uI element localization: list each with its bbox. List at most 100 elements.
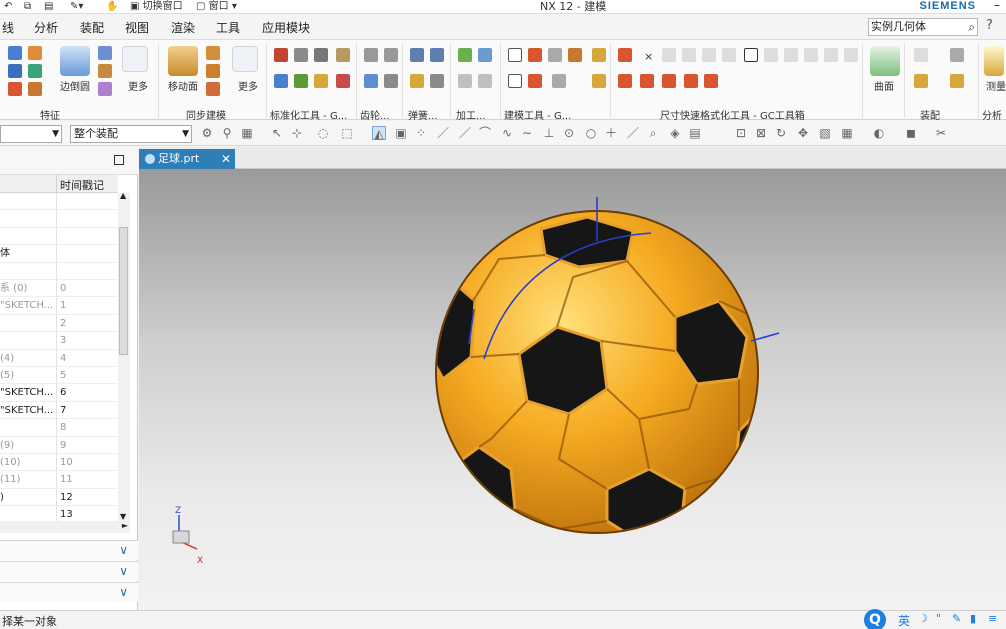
navigator-row[interactable]: [0, 193, 118, 211]
box-x-icon[interactable]: [744, 48, 758, 62]
details-panel[interactable]: ∨: [0, 561, 138, 581]
menu-tools[interactable]: 工具: [216, 19, 240, 36]
gear-icon[interactable]: [364, 48, 378, 62]
navigator-row[interactable]: 体: [0, 245, 118, 263]
view-cube-icon[interactable]: ▣: [394, 126, 408, 140]
punctuation-icon[interactable]: ": [936, 612, 941, 625]
more-sync-icon[interactable]: [232, 46, 258, 72]
shaded-mode-icon[interactable]: ◭: [372, 126, 386, 141]
navigator-row[interactable]: 8: [0, 419, 118, 437]
model-view[interactable]: Z X: [139, 169, 1006, 610]
copy-icon[interactable]: ⧉: [24, 0, 31, 13]
draft-icon[interactable]: [98, 82, 112, 96]
group-spring-label[interactable]: 弹簧...: [408, 107, 438, 122]
menu-application[interactable]: 应用模块: [262, 19, 310, 36]
menu-analysis[interactable]: 分析: [34, 19, 58, 36]
chevron-down-icon[interactable]: ∨: [119, 585, 128, 599]
navigator-row[interactable]: 系 (0) 0: [0, 280, 118, 298]
modeling-tool5-icon[interactable]: [528, 74, 542, 88]
rivet-icon[interactable]: [336, 74, 350, 88]
diamond-icon[interactable]: ◈: [668, 126, 682, 140]
moon-icon[interactable]: ☽: [918, 612, 928, 625]
move-face-label[interactable]: 移动面: [168, 78, 198, 93]
menu-render[interactable]: 渲染: [171, 19, 195, 36]
spring-icon[interactable]: [410, 48, 424, 62]
menu-icon[interactable]: ≡: [988, 612, 997, 625]
chamfer-icon[interactable]: [98, 46, 112, 60]
dimension-icon[interactable]: [618, 48, 632, 62]
search-icon[interactable]: ⌕: [968, 19, 975, 35]
assembly4-icon[interactable]: [950, 74, 964, 88]
wave-icon[interactable]: ∼: [520, 126, 534, 140]
tolerance4-icon[interactable]: [722, 48, 736, 62]
gear2-icon[interactable]: [384, 48, 398, 62]
group-sync-label[interactable]: 同步建模: [186, 107, 226, 122]
offset-face-icon[interactable]: [206, 64, 220, 78]
bevel-gear-icon[interactable]: [384, 74, 398, 88]
standard-part-icon[interactable]: [274, 48, 288, 62]
group-machining-label[interactable]: 加工...: [456, 107, 486, 122]
edge-blend-icon[interactable]: [60, 46, 90, 76]
delete-face-icon[interactable]: [206, 82, 220, 96]
spline-icon[interactable]: ∿: [500, 126, 514, 140]
navigator-row[interactable]: "SKETCH... 7: [0, 401, 118, 420]
select-all-icon[interactable]: ▦: [240, 126, 254, 140]
navigator-row[interactable]: (4) 4: [0, 349, 118, 367]
preview-panel[interactable]: ∨: [0, 582, 138, 602]
pin-icon[interactable]: [314, 74, 328, 88]
scroll-up-icon[interactable]: ▲: [120, 191, 126, 200]
graphics-window[interactable]: Z X: [139, 169, 1006, 610]
spring2-icon[interactable]: [430, 48, 444, 62]
edge-blend-label[interactable]: 边倒圆: [60, 78, 90, 93]
repeat-command-icon[interactable]: ✎▾: [70, 0, 83, 13]
assembly3-icon[interactable]: [914, 74, 928, 88]
key-icon[interactable]: [336, 48, 350, 62]
group-dimension-label[interactable]: 尺寸快速格式化工具 - GC工具箱: [660, 107, 805, 122]
command-search-input[interactable]: 实例几何体 ⌕: [868, 18, 978, 36]
measure-label[interactable]: 测量: [986, 78, 1006, 93]
washer-icon[interactable]: [294, 74, 308, 88]
spring4-icon[interactable]: [430, 74, 444, 88]
display-icon[interactable]: ▦: [840, 126, 854, 140]
pattern-icon[interactable]: [28, 64, 42, 78]
window-menu-button[interactable]: ▢ 窗口 ▾: [196, 0, 237, 13]
surface-label[interactable]: 曲面: [874, 78, 894, 93]
cylindrical-gear-icon[interactable]: [364, 74, 378, 88]
more-features-icon[interactable]: [122, 46, 148, 72]
surface-icon[interactable]: [870, 46, 900, 76]
modeling-tool2-icon[interactable]: [548, 48, 562, 62]
modeling-tool3-icon[interactable]: [568, 48, 582, 62]
curve-icon[interactable]: ⌒: [478, 126, 492, 140]
dim-red2-icon[interactable]: [640, 74, 654, 88]
chevron-down-icon[interactable]: ∨: [119, 543, 128, 557]
maximize-icon[interactable]: [114, 155, 124, 165]
close-icon[interactable]: ✕: [221, 149, 231, 169]
fit-icon[interactable]: [784, 48, 798, 62]
type-filter-select[interactable]: ▼: [0, 125, 62, 143]
tolerance3-icon[interactable]: [702, 48, 716, 62]
menu-assembly[interactable]: 装配: [80, 19, 104, 36]
paste-icon[interactable]: ▤: [44, 0, 53, 13]
diameter-icon[interactable]: [662, 74, 676, 88]
minimize-button[interactable]: –: [994, 0, 1000, 12]
boolean-icon[interactable]: [28, 82, 42, 96]
section-icon[interactable]: ✂: [934, 126, 948, 140]
assembly-icon[interactable]: [914, 48, 928, 62]
navigator-row[interactable]: 3: [0, 332, 118, 350]
fit2-icon[interactable]: [804, 48, 818, 62]
select-icon[interactable]: ⊹: [290, 126, 304, 140]
scrollbar-thumb[interactable]: [119, 227, 128, 355]
line-icon[interactable]: ／: [436, 126, 450, 140]
group-assembly-label[interactable]: 装配: [920, 107, 940, 122]
dim-red-icon[interactable]: [618, 74, 632, 88]
switch-window-button[interactable]: ▣ 切换窗口: [130, 0, 183, 13]
bolt-icon[interactable]: [314, 48, 328, 62]
navigator-row[interactable]: 2: [0, 314, 118, 333]
navigator-row[interactable]: "SKETCH... 1: [0, 297, 118, 315]
cursor-icon[interactable]: ↖: [270, 126, 284, 140]
tolerance-icon[interactable]: [662, 48, 676, 62]
hole-icon[interactable]: [8, 82, 22, 96]
navigator-row[interactable]: (10) 10: [0, 454, 118, 472]
navigator-row[interactable]: (11) 11: [0, 471, 118, 489]
orient-icon[interactable]: ▧: [818, 126, 832, 140]
